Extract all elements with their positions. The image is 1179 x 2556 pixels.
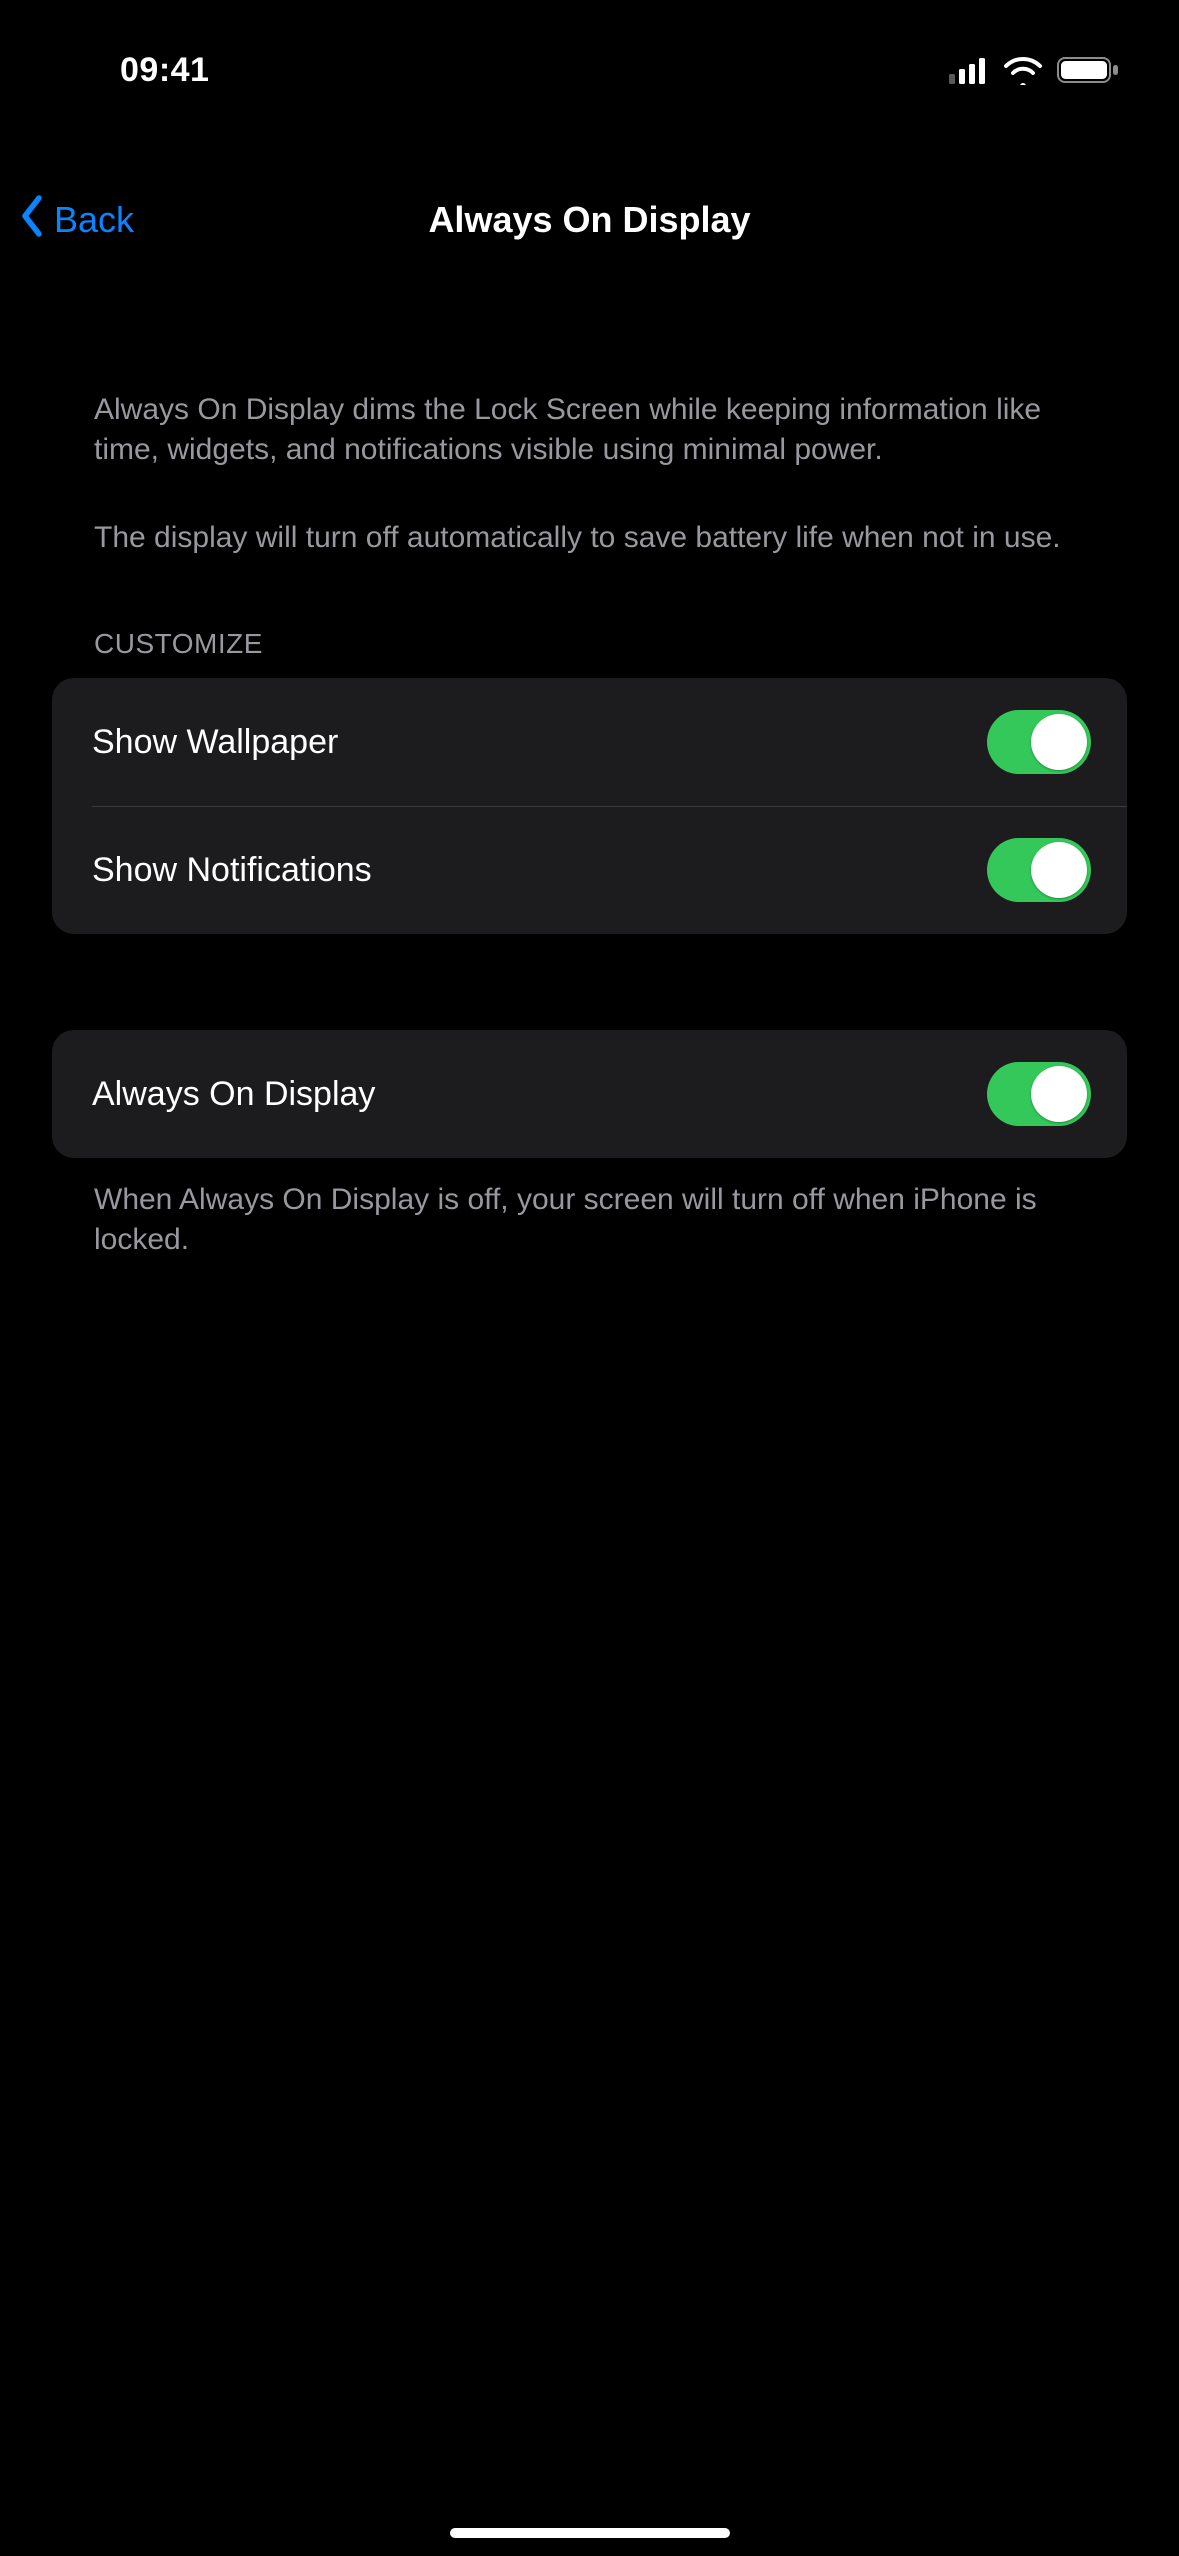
back-button[interactable]: Back bbox=[18, 194, 134, 247]
cellular-icon bbox=[949, 56, 989, 84]
always-on-display-cell[interactable]: Always On Display bbox=[52, 1030, 1127, 1158]
always-on-display-toggle[interactable] bbox=[987, 1062, 1091, 1126]
wifi-icon bbox=[1003, 55, 1043, 85]
chevron-left-icon bbox=[18, 194, 48, 247]
cell-label: Always On Display bbox=[92, 1075, 375, 1114]
show-notifications-toggle[interactable] bbox=[987, 838, 1091, 902]
main-group: Always On Display bbox=[52, 1030, 1127, 1158]
nav-bar: Back Always On Display bbox=[0, 175, 1179, 265]
main-section-footer: When Always On Display is off, your scre… bbox=[52, 1158, 1127, 1260]
customize-section-header: CUSTOMIZE bbox=[52, 628, 1127, 660]
show-wallpaper-cell[interactable]: Show Wallpaper bbox=[52, 678, 1127, 806]
back-label: Back bbox=[54, 199, 134, 241]
page-title: Always On Display bbox=[0, 199, 1179, 241]
battery-icon bbox=[1057, 56, 1119, 84]
content: Always On Display dims the Lock Screen w… bbox=[0, 390, 1179, 1260]
customize-group: Show Wallpaper Show Notifications bbox=[52, 678, 1127, 934]
status-icons bbox=[949, 55, 1119, 85]
show-wallpaper-toggle[interactable] bbox=[987, 710, 1091, 774]
home-indicator[interactable] bbox=[450, 2528, 730, 2538]
cell-label: Show Notifications bbox=[92, 851, 372, 890]
status-time: 09:41 bbox=[120, 51, 209, 90]
show-notifications-cell[interactable]: Show Notifications bbox=[52, 806, 1127, 934]
status-bar: 09:41 bbox=[0, 0, 1179, 140]
description-para-1: Always On Display dims the Lock Screen w… bbox=[52, 390, 1127, 470]
description-para-2: The display will turn off automatically … bbox=[52, 518, 1127, 558]
cell-label: Show Wallpaper bbox=[92, 723, 338, 762]
